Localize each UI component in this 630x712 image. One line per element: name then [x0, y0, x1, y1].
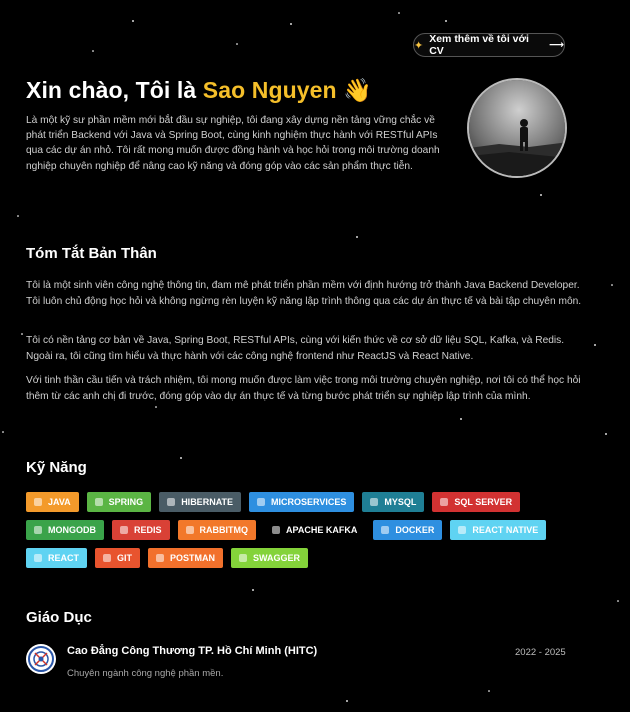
arrow-right-icon: ⟶: [548, 39, 564, 51]
skills-row: MONGODB REDIS RABBITMQ APACHE KAFKA DOCK…: [26, 520, 586, 540]
react-native-icon: [458, 526, 467, 534]
skill-chip: MONGODB: [26, 520, 104, 540]
education-years: 2022 - 2025: [515, 647, 566, 658]
skills-title: Kỹ Năng: [26, 459, 87, 476]
sql-server-icon: [440, 498, 449, 506]
skill-chip: DOCKER: [373, 520, 443, 540]
mongodb-icon: [34, 526, 42, 534]
redis-icon: [120, 526, 128, 534]
skill-chip: SQL SERVER: [432, 492, 521, 512]
waving-hand-icon: 👋: [343, 77, 372, 103]
skills-row: REACT GIT POSTMAN SWAGGER: [26, 548, 586, 568]
skill-chip: POSTMAN: [148, 548, 223, 568]
view-cv-label: Xem thêm về tôi với CV: [429, 33, 529, 57]
skill-chip: JAVA: [26, 492, 79, 512]
microservices-icon: [257, 498, 266, 506]
docker-icon: [381, 526, 390, 534]
summary-title: Tóm Tắt Bản Thân: [26, 245, 157, 262]
react-icon: [34, 554, 42, 562]
skill-chip: SPRING: [86, 492, 152, 512]
hibernate-icon: [167, 498, 176, 506]
skills-row: JAVA SPRING HIBERNATE MICROSERVICES MYSQ…: [26, 492, 586, 512]
skill-chip: MYSQL: [362, 492, 425, 512]
hero-greeting: Xin chào, Tôi là: [26, 77, 197, 103]
skill-chip: RABBITMQ: [177, 520, 257, 540]
skill-chip: REACT NATIVE: [450, 520, 547, 540]
sparkles-icon: ✦: [414, 39, 424, 52]
skills-list: JAVA SPRING HIBERNATE MICROSERVICES MYSQ…: [26, 492, 586, 576]
rabbitmq-icon: [185, 526, 194, 534]
skill-chip: REACT: [26, 548, 87, 568]
summary-paragraph-3: Với tinh thần cầu tiến và trách nhiệm, t…: [26, 375, 581, 402]
skill-chip: MICROSERVICES: [249, 492, 355, 512]
swagger-icon: [239, 554, 247, 562]
java-icon: [34, 498, 42, 506]
hero-name: Sao Nguyen: [202, 77, 337, 103]
school-logo-icon: [26, 644, 56, 674]
summary-paragraph-2: Tôi có nền tảng cơ bản về Java, Spring B…: [26, 335, 565, 362]
skill-chip: SWAGGER: [231, 548, 309, 568]
school-name: Cao Đẳng Công Thương TP. Hồ Chí Minh (HI…: [67, 645, 318, 657]
view-cv-button[interactable]: ✦ Xem thêm về tôi với CV ⟶: [413, 33, 565, 57]
avatar: [467, 78, 567, 178]
hero-title: Xin chào, Tôi là Sao Nguyen 👋: [26, 77, 372, 104]
education-title: Giáo Dục: [26, 609, 92, 626]
skill-chip: HIBERNATE: [159, 492, 242, 512]
summary-paragraph-1: Tôi là một sinh viên công nghệ thông tin…: [26, 280, 582, 307]
apache-kafka-icon: [272, 526, 281, 534]
skill-chip: REDIS: [112, 520, 170, 540]
postman-icon: [156, 554, 164, 562]
skill-chip: APACHE KAFKA: [264, 520, 366, 540]
hero-description: Là một kỹ sư phần mềm mới bắt đầu sự ngh…: [26, 115, 440, 172]
spring-icon: [94, 498, 103, 506]
mysql-icon: [370, 498, 379, 506]
skill-chip: GIT: [95, 548, 140, 568]
education-major: Chuyên ngành công nghệ phần mền.: [67, 668, 224, 679]
git-icon: [103, 554, 111, 562]
